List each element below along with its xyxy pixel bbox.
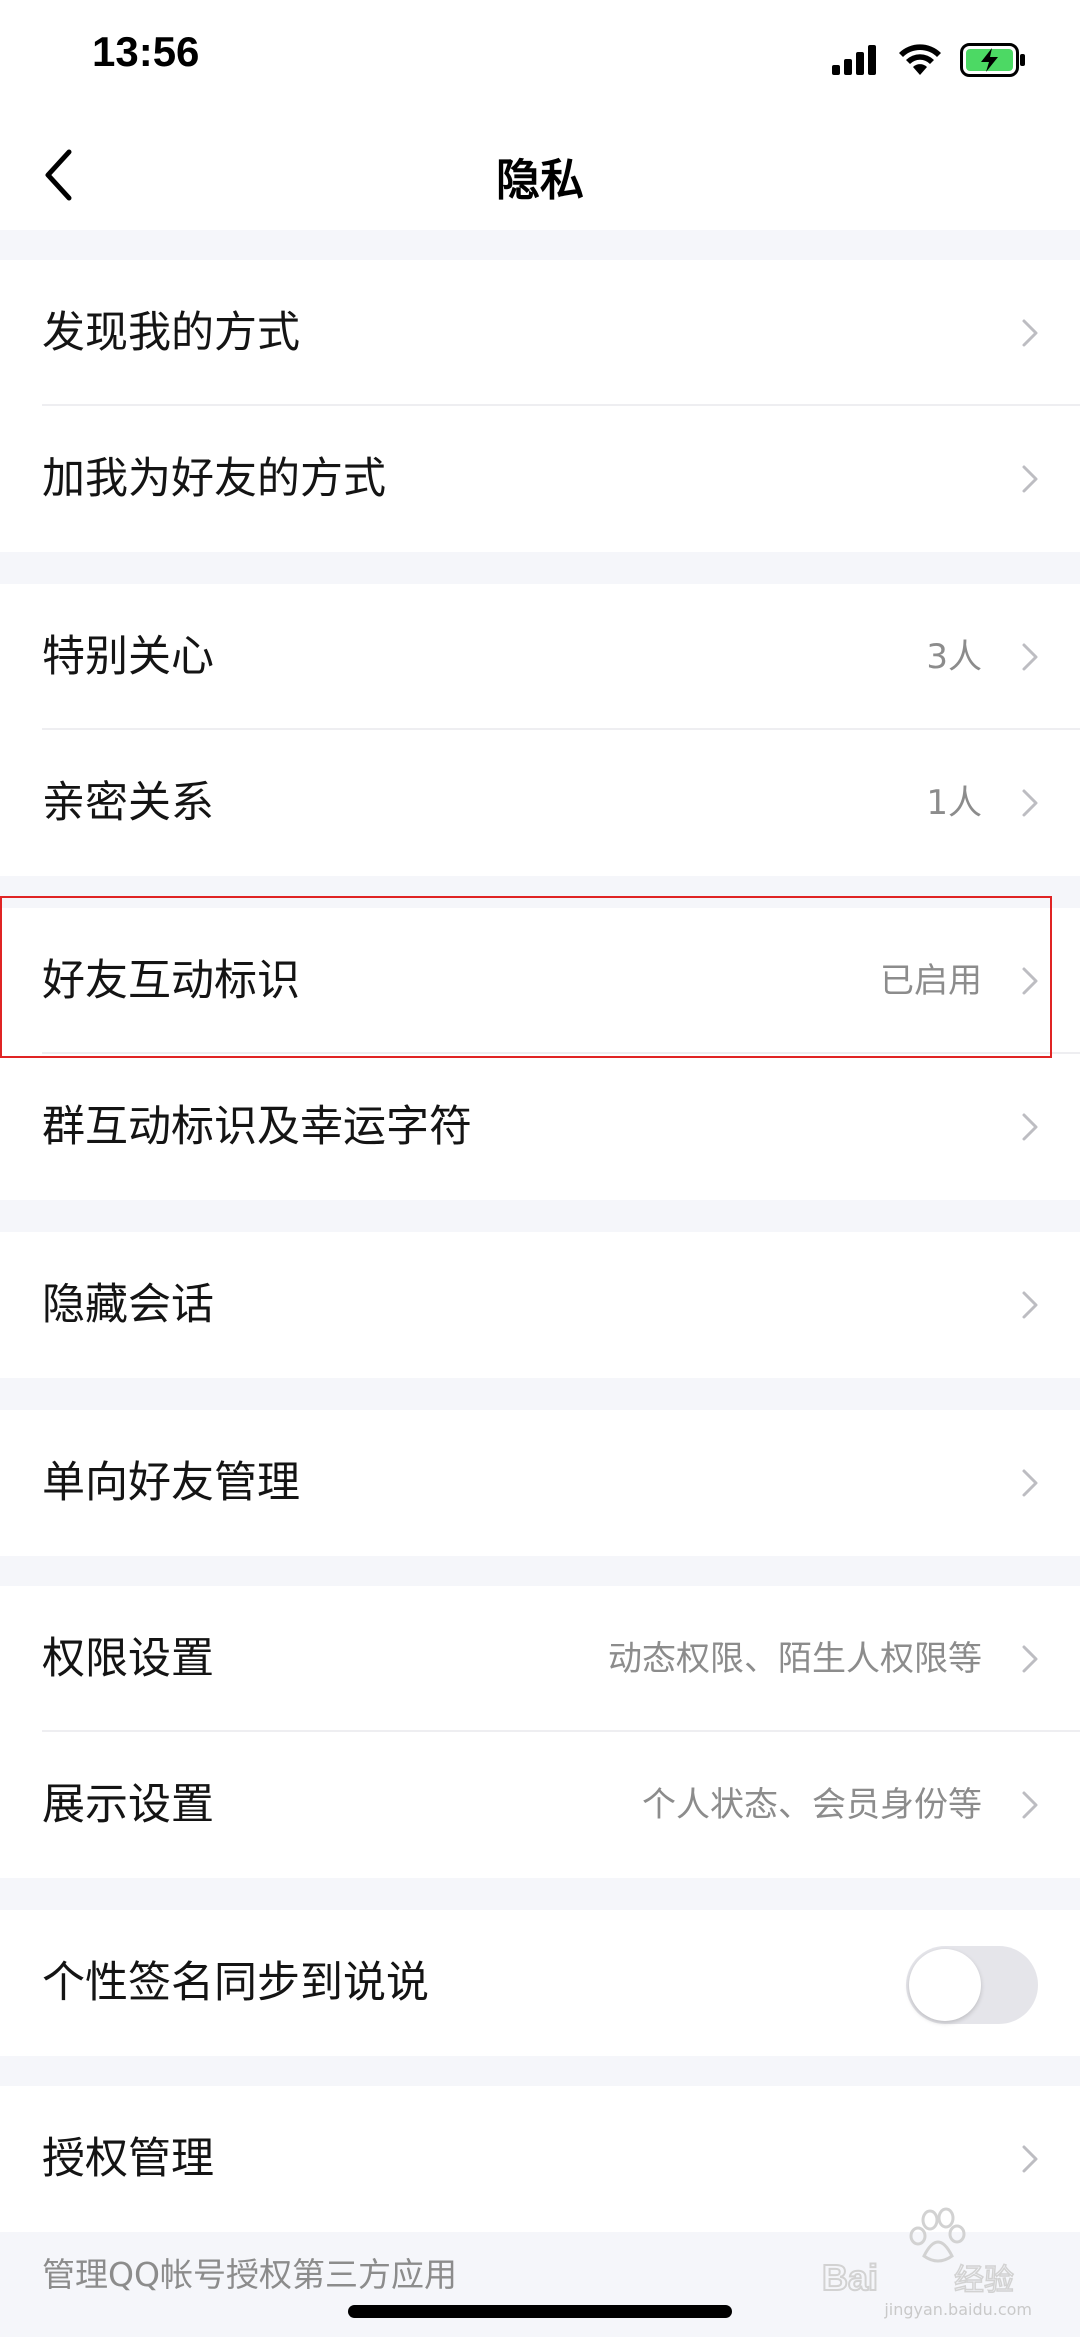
chevron-right-icon [1022,465,1038,493]
svg-text:经验: 经验 [954,2263,1014,2298]
settings-group-permissions: 权限设置 动态权限、陌生人权限等 展示设置 个人状态、会员身份等 [0,1586,1080,1878]
svg-text:Bai: Bai [822,2257,878,2298]
row-label: 亲密关系 [42,778,214,828]
home-indicator [348,2305,732,2318]
chevron-right-icon [1022,319,1038,347]
settings-group-authorization: 授权管理 [0,2086,1080,2232]
row-label: 群互动标识及幸运字符 [42,1102,472,1152]
settings-group-interaction: 好友互动标识 已启用 群互动标识及幸运字符 [0,908,1080,1200]
row-friend-interaction-mark[interactable]: 好友互动标识 已启用 [0,908,1080,1054]
row-value: 动态权限、陌生人权限等 [608,1639,982,1679]
page-title: 隐私 [496,155,584,206]
row-add-friend-method[interactable]: 加我为好友的方式 [0,406,1080,552]
chevron-right-icon [1022,1291,1038,1319]
row-label: 权限设置 [42,1634,214,1684]
row-label: 发现我的方式 [42,308,300,358]
signal-icon [832,45,876,75]
settings-group-discovery: 发现我的方式 加我为好友的方式 [0,260,1080,552]
toggle-knob [909,1949,981,2021]
row-value: 已启用 [880,961,982,1001]
row-label: 展示设置 [42,1780,214,1830]
chevron-right-icon [1022,2145,1038,2173]
chevron-right-icon [1022,789,1038,817]
row-value: 3人 [926,637,982,677]
status-icons [832,40,1026,80]
row-value: 1人 [926,783,982,823]
settings-group-relations: 特别关心 3人 亲密关系 1人 [0,584,1080,876]
row-display-settings[interactable]: 展示设置 个人状态、会员身份等 [0,1732,1080,1878]
row-authorization-management[interactable]: 授权管理 [0,2086,1080,2232]
chevron-right-icon [1022,643,1038,671]
wifi-icon [899,44,941,75]
row-label: 好友互动标识 [42,956,300,1006]
row-label: 隐藏会话 [42,1280,214,1330]
chevron-right-icon [1022,967,1038,995]
row-one-way-friends[interactable]: 单向好友管理 [0,1410,1080,1556]
chevron-right-icon [1022,1113,1038,1141]
settings-group-one-way: 单向好友管理 [0,1410,1080,1556]
row-hidden-conversations[interactable]: 隐藏会话 [0,1232,1080,1378]
battery-charging-icon [960,43,1025,77]
settings-group-hidden-chat: 隐藏会话 [0,1232,1080,1378]
row-label: 单向好友管理 [42,1458,300,1508]
settings-group-signature: 个性签名同步到说说 [0,1910,1080,2056]
sync-signature-toggle[interactable] [906,1946,1038,2024]
chevron-right-icon [1022,1791,1038,1819]
nav-bar: 隐私 [0,120,1080,230]
row-value: 个人状态、会员身份等 [642,1785,982,1825]
watermark-url: jingyan.baidu.com [884,2300,1032,2319]
status-time: 13:56 [92,28,200,75]
row-sync-signature: 个性签名同步到说说 [0,1910,1080,2056]
row-intimate-relation[interactable]: 亲密关系 1人 [0,730,1080,876]
row-label: 个性签名同步到说说 [42,1958,429,2008]
row-special-care[interactable]: 特别关心 3人 [0,584,1080,730]
chevron-right-icon [1022,1469,1038,1497]
chevron-right-icon [1022,1645,1038,1673]
row-label: 加我为好友的方式 [42,454,386,504]
row-label: 授权管理 [42,2134,214,2184]
row-discover-me[interactable]: 发现我的方式 [0,260,1080,406]
row-group-interaction-mark[interactable]: 群互动标识及幸运字符 [0,1054,1080,1200]
row-permission-settings[interactable]: 权限设置 动态权限、陌生人权限等 [0,1586,1080,1732]
authorization-footnote: 管理QQ帐号授权第三方应用 [42,2255,457,2294]
row-label: 特别关心 [42,632,214,682]
status-bar: 13:56 [0,0,1080,120]
